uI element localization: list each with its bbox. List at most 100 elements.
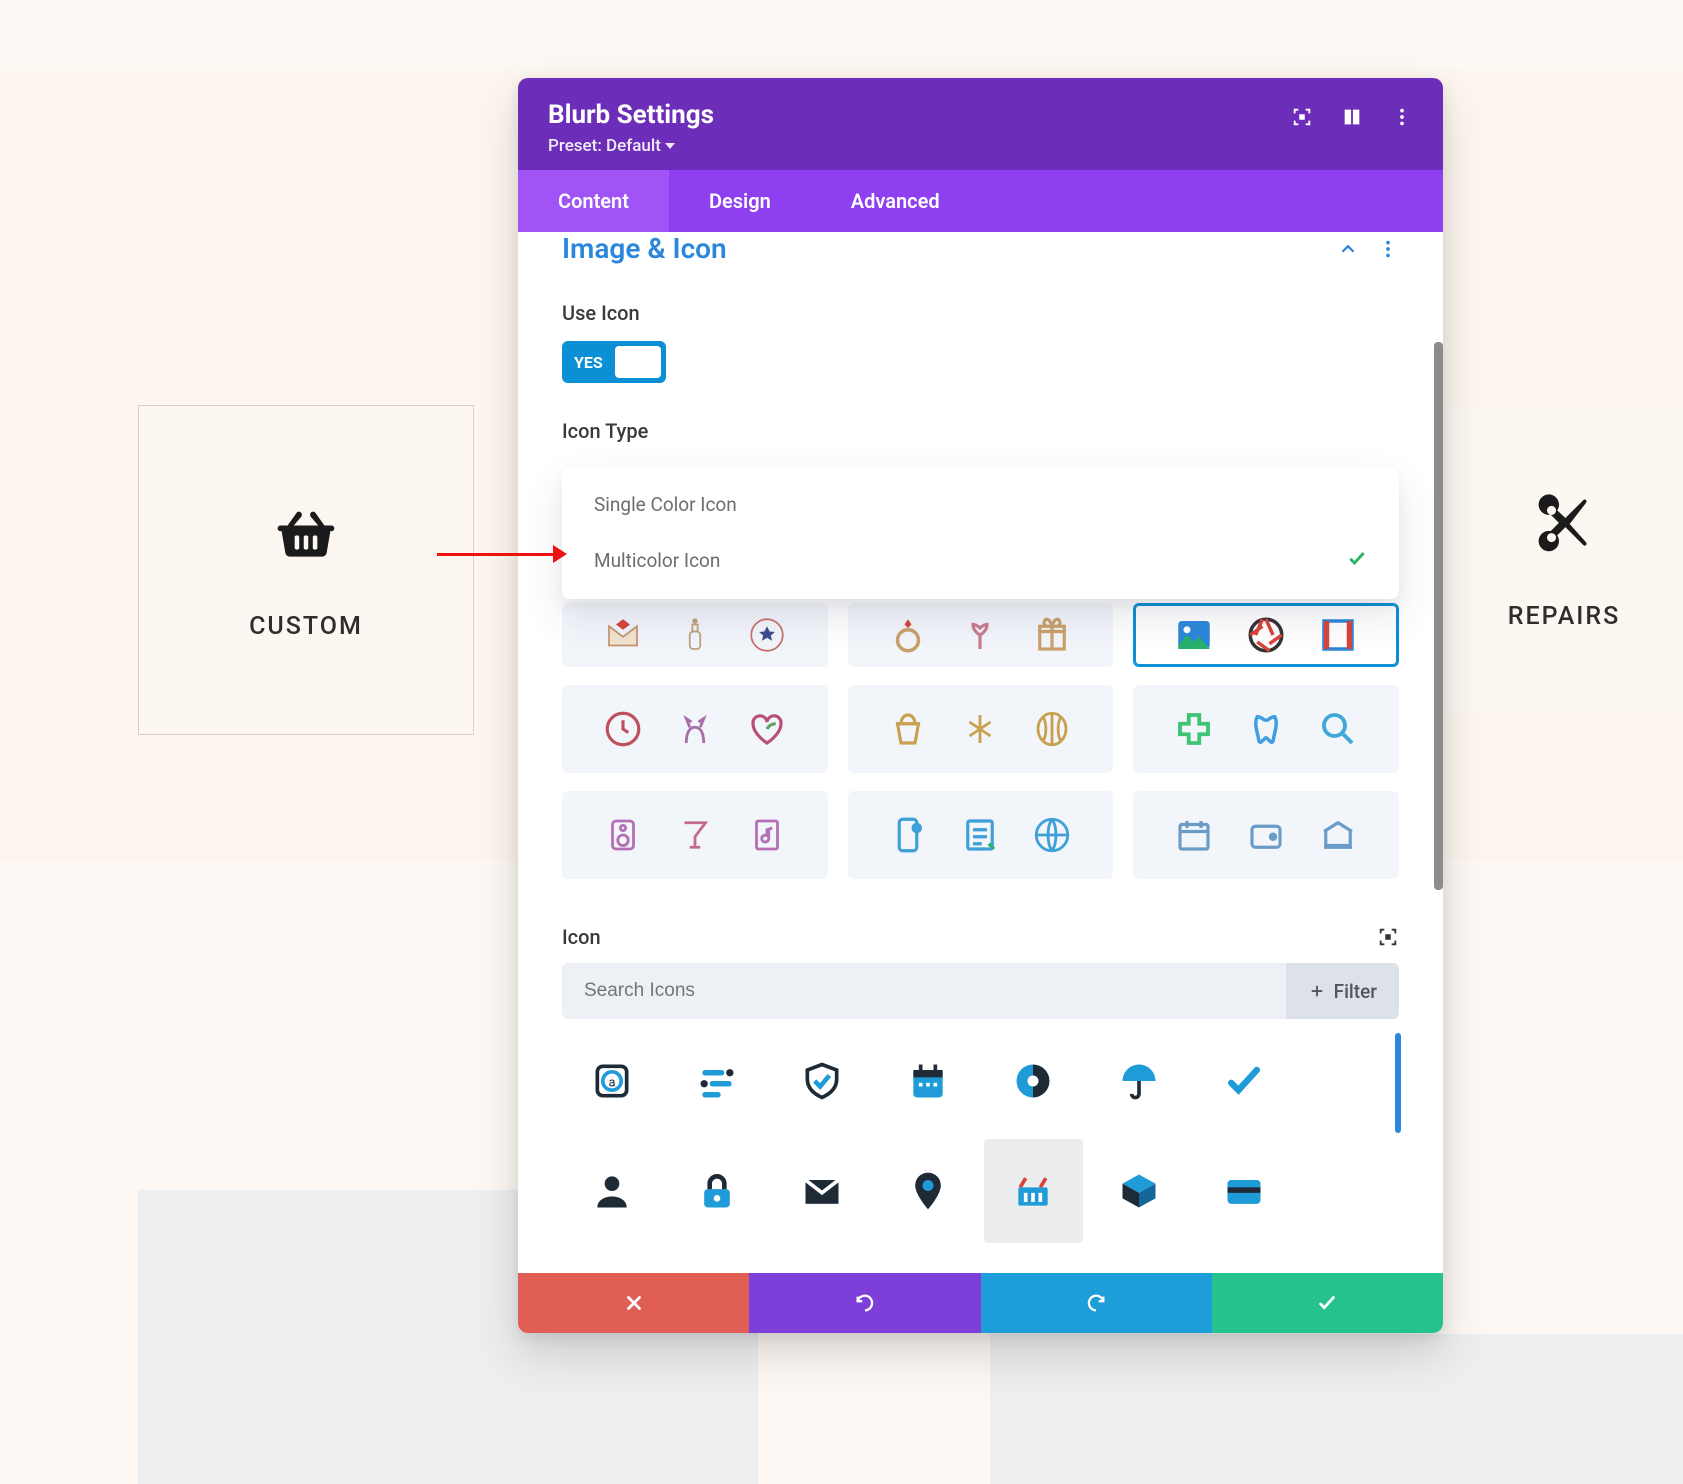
iconset-item[interactable] (1133, 791, 1399, 879)
icon-cell[interactable] (878, 1029, 977, 1133)
shield-check-icon (800, 1059, 844, 1103)
bucket-icon (887, 708, 929, 750)
card-icon (1222, 1169, 1266, 1213)
card-custom[interactable]: CUSTOM (138, 405, 474, 735)
icon-cell-empty (1300, 1029, 1399, 1133)
icon-cell-empty (1300, 1139, 1399, 1243)
check-icon (1347, 548, 1367, 573)
icon-scrollbar[interactable] (1395, 1033, 1401, 1133)
save-button[interactable] (1212, 1273, 1443, 1333)
panel-body: Image & Icon Use Icon YES Icon Type Sing… (518, 232, 1443, 1273)
dropdown-option-single[interactable]: Single Color Icon (562, 477, 1399, 532)
scrollbar-thumb[interactable] (1434, 342, 1443, 890)
tab-design[interactable]: Design (669, 170, 811, 232)
check-icon (1222, 1059, 1266, 1103)
phone-gear-icon (887, 814, 929, 856)
section-header[interactable]: Image & Icon (562, 232, 1399, 265)
tooth-icon (1245, 708, 1287, 750)
badge-icon: a (590, 1059, 634, 1103)
heart-leaf-icon (746, 708, 788, 750)
iconset-item[interactable] (848, 685, 1114, 773)
icon-cell[interactable] (1089, 1139, 1188, 1243)
umbrella-icon (1117, 1059, 1161, 1103)
medical-cross-icon (1173, 708, 1215, 750)
mail-icon (800, 1169, 844, 1213)
more-icon[interactable] (1391, 106, 1413, 128)
undo-button[interactable] (749, 1273, 980, 1333)
basket-icon (1011, 1169, 1055, 1213)
wallet-icon (1245, 814, 1287, 856)
bank-icon (1317, 814, 1359, 856)
panel-footer (518, 1273, 1443, 1333)
plus-icon (1308, 982, 1326, 1000)
globe-icon (1031, 814, 1073, 856)
toggle-value: YES (574, 353, 603, 372)
tab-content[interactable]: Content (518, 170, 669, 232)
cancel-button[interactable] (518, 1273, 749, 1333)
use-icon-toggle[interactable]: YES (562, 341, 666, 383)
search-input[interactable] (562, 980, 1286, 1002)
iconset-item[interactable] (562, 791, 828, 879)
icon-cell[interactable] (1194, 1139, 1293, 1243)
tabs-bar: Content Design Advanced (518, 170, 1443, 232)
icon-cell[interactable] (1194, 1029, 1293, 1133)
lock-icon (695, 1169, 739, 1213)
use-icon-label: Use Icon (562, 301, 1399, 325)
icon-type-dropdown[interactable]: Single Color Icon Multicolor Icon (562, 467, 1399, 599)
svg-text:a: a (608, 1076, 615, 1091)
speaker-icon (602, 814, 644, 856)
image-icon (1173, 614, 1215, 656)
iconset-item[interactable] (848, 791, 1114, 879)
icon-cell[interactable] (1089, 1029, 1188, 1133)
columns-icon[interactable] (1341, 106, 1363, 128)
icon-cell[interactable] (878, 1139, 977, 1243)
shell-icon (1031, 708, 1073, 750)
filter-button[interactable]: Filter (1286, 963, 1399, 1019)
dropdown-option-multicolor[interactable]: Multicolor Icon (562, 532, 1399, 589)
icon-heading: Icon (562, 925, 601, 949)
gear-split-icon (1011, 1059, 1055, 1103)
iconset-item[interactable] (1133, 685, 1399, 773)
iconset-item[interactable] (562, 685, 828, 773)
iconset-item[interactable] (562, 603, 828, 667)
tab-advanced[interactable]: Advanced (811, 170, 980, 232)
checklist-icon (959, 814, 1001, 856)
ring-icon (887, 614, 929, 656)
film-icon (1317, 614, 1359, 656)
user-icon (590, 1169, 634, 1213)
icon-type-label: Icon Type (562, 419, 1399, 443)
icon-cell[interactable]: a (562, 1029, 661, 1133)
basket-icon (272, 500, 340, 572)
icon-cell-highlight[interactable] (984, 1139, 1083, 1243)
card-label: REPAIRS (1508, 602, 1620, 631)
focus-icon[interactable] (1377, 926, 1399, 948)
settings-panel: Blurb Settings Preset: Default Content D… (518, 78, 1443, 1333)
icon-cell[interactable] (667, 1139, 766, 1243)
icon-cell[interactable] (773, 1029, 872, 1133)
calendar-solid-icon (906, 1059, 950, 1103)
annotation-arrow (437, 548, 567, 560)
tulip-icon (959, 614, 1001, 656)
panel-title: Blurb Settings (548, 100, 714, 130)
aperture-icon (1245, 614, 1287, 656)
gift-icon (1031, 614, 1073, 656)
icon-cell[interactable] (562, 1139, 661, 1243)
envelope-icon (602, 614, 644, 656)
icon-cell[interactable] (773, 1139, 872, 1243)
icon-cell[interactable] (984, 1029, 1083, 1133)
focus-icon[interactable] (1291, 106, 1313, 128)
more-icon[interactable] (1377, 238, 1399, 260)
iconset-item-selected[interactable] (1133, 603, 1399, 667)
scissors-icon (1530, 490, 1598, 562)
icon-cell[interactable] (667, 1029, 766, 1133)
chevron-up-icon[interactable] (1337, 238, 1359, 260)
iconset-item[interactable] (848, 603, 1114, 667)
music-book-icon (746, 814, 788, 856)
card-repairs[interactable]: REPAIRS (1445, 405, 1683, 715)
panel-header: Blurb Settings Preset: Default (518, 78, 1443, 170)
preset-label[interactable]: Preset: Default (548, 136, 714, 156)
redo-button[interactable] (981, 1273, 1212, 1333)
section-title: Image & Icon (562, 232, 727, 265)
clock-icon (602, 708, 644, 750)
star-badge-icon (746, 614, 788, 656)
